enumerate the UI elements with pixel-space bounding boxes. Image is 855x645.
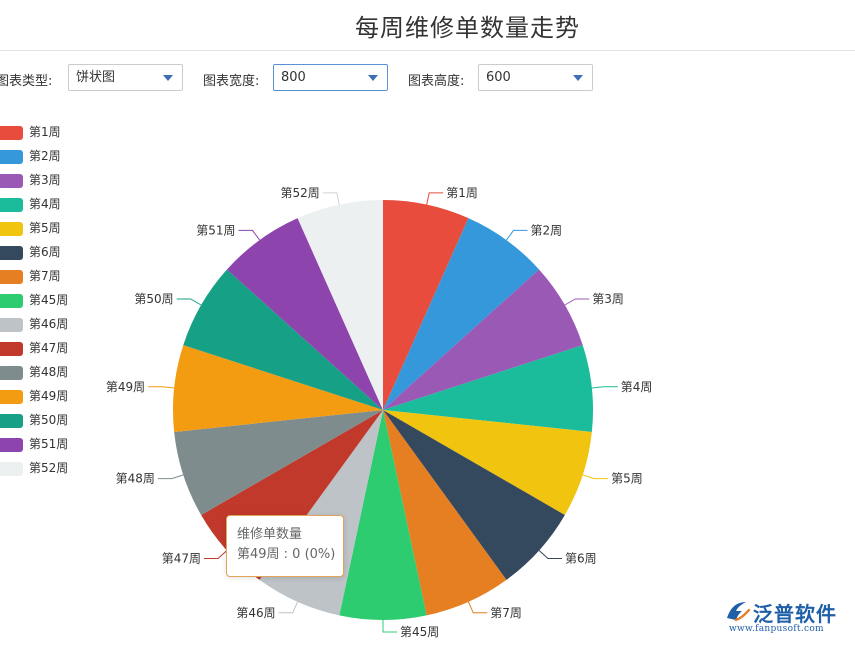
label-leader-line xyxy=(157,474,184,480)
slice-label: 第3周 xyxy=(592,292,624,306)
slice-label: 第5周 xyxy=(611,472,643,486)
label-leader-line xyxy=(148,386,175,389)
label-leader-line xyxy=(564,298,590,306)
pie-chart: 第1周第2周第3周第4周第5周第6周第7周第45周第46周第47周第48周第49… xyxy=(106,186,653,639)
slice-label: 第47周 xyxy=(162,552,201,566)
label-leader-line xyxy=(582,474,609,480)
slice-label: 第4周 xyxy=(621,380,653,394)
brand-url: www.fanpusoft.com xyxy=(729,624,824,634)
slice-label: 第50周 xyxy=(134,292,173,306)
brand-watermark: 泛普软件 www.fanpusoft.com xyxy=(724,598,852,638)
slice-label: 第52周 xyxy=(281,186,320,200)
slice-label: 第7周 xyxy=(490,606,522,620)
label-leader-line xyxy=(538,550,562,559)
slice-label: 第1周 xyxy=(446,186,478,200)
slice-label: 第48周 xyxy=(116,472,155,486)
tooltip-title: 维修单数量 xyxy=(237,527,303,542)
tooltip-text: 第49周 : 0 (0%) xyxy=(237,547,336,562)
label-leader-line xyxy=(591,386,618,389)
chart-tooltip: 维修单数量 第49周 : 0 (0%) xyxy=(226,515,344,577)
slice-label: 第2周 xyxy=(531,223,563,237)
label-leader-line xyxy=(238,229,261,241)
slice-label: 第45周 xyxy=(400,625,439,639)
fanpu-logo-icon xyxy=(727,602,751,622)
label-leader-line xyxy=(505,229,528,241)
label-leader-line xyxy=(176,298,202,306)
label-leader-line xyxy=(467,601,488,614)
label-leader-line xyxy=(426,192,444,205)
label-leader-line xyxy=(322,192,340,205)
slice-label: 第46周 xyxy=(236,606,275,620)
slice-label: 第51周 xyxy=(196,223,235,237)
label-leader-line xyxy=(204,550,228,559)
label-leader-line xyxy=(278,601,299,614)
brand-name: 泛普软件 xyxy=(753,602,837,626)
slice-label: 第49周 xyxy=(106,380,145,394)
slice-label: 第6周 xyxy=(565,552,597,566)
label-leader-line xyxy=(382,620,397,633)
